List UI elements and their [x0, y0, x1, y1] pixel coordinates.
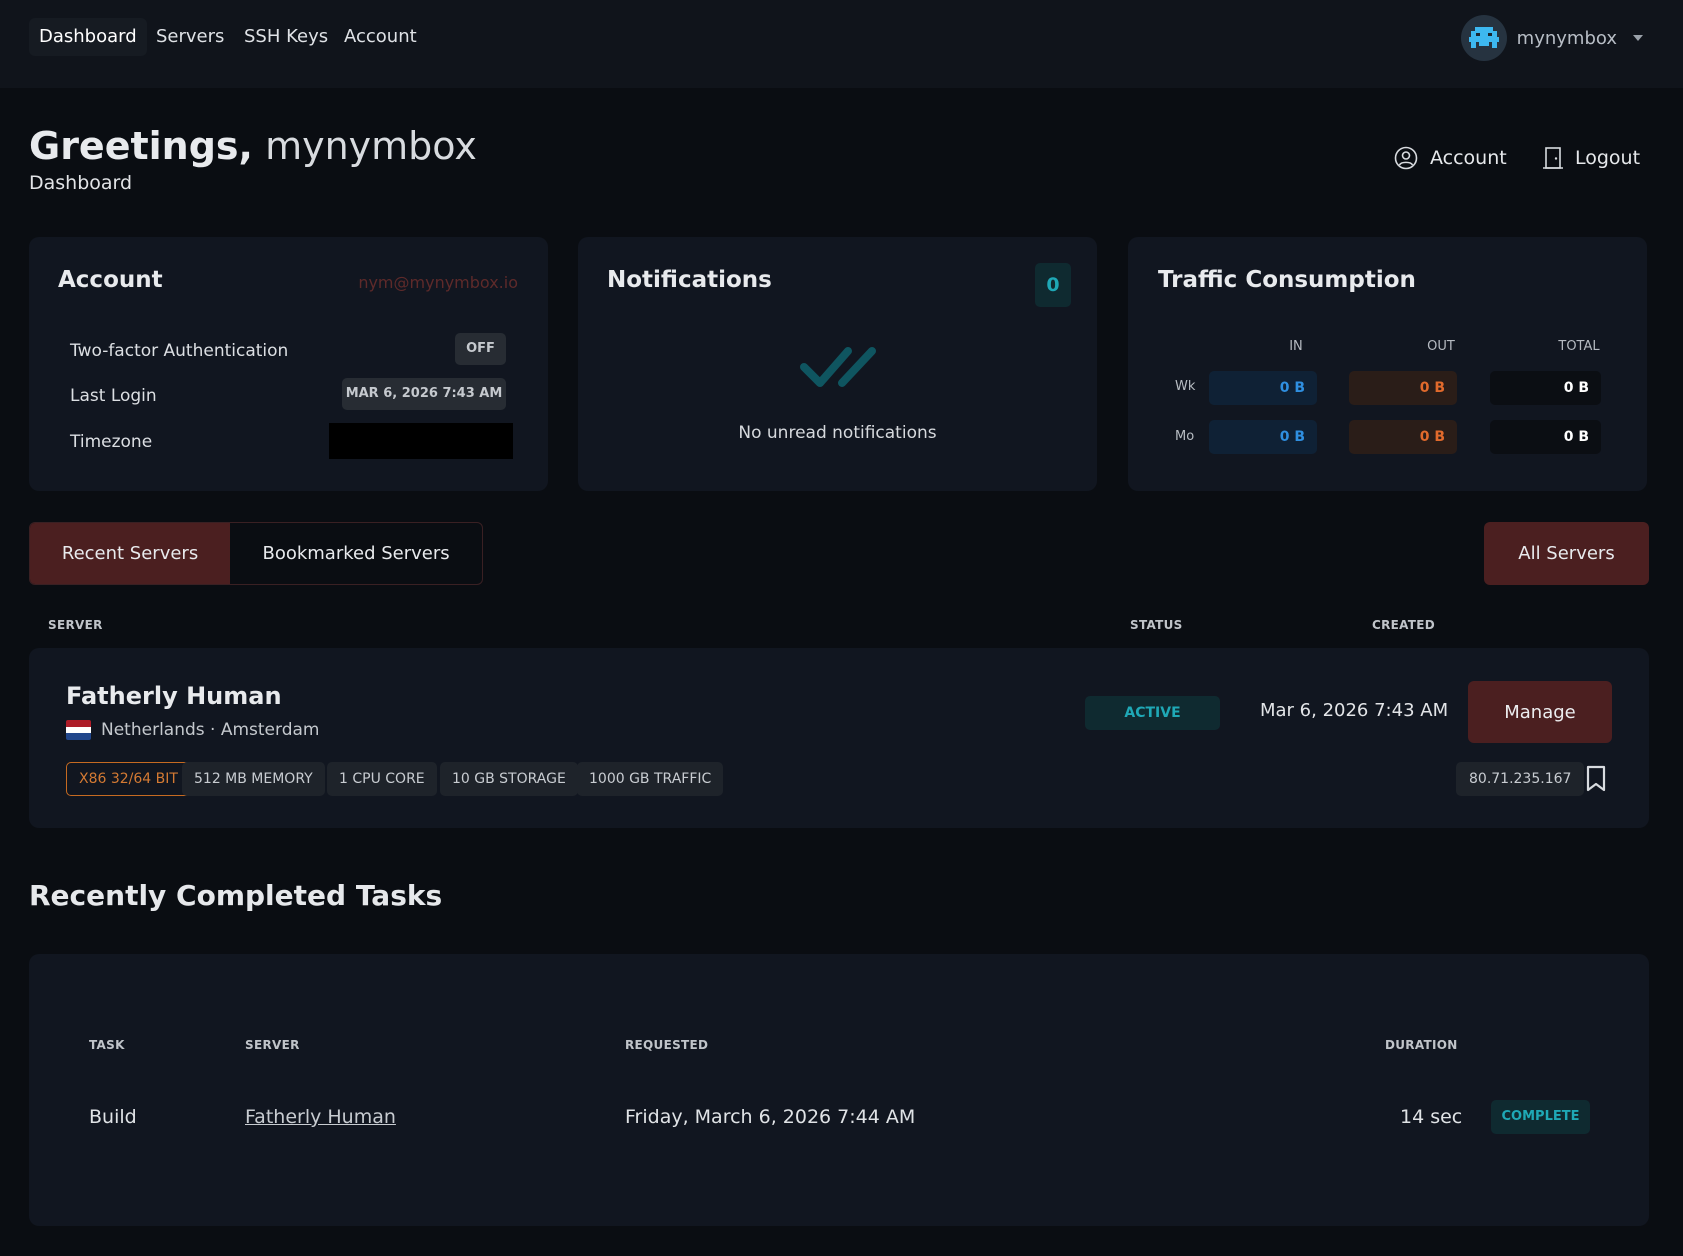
two-factor-status-badge: OFF: [455, 333, 506, 365]
avatar: [1460, 15, 1507, 61]
task-col-duration: DURATION: [1385, 1038, 1458, 1052]
tab-bookmarked-servers[interactable]: Bookmarked Servers: [230, 523, 482, 584]
task-status-badge: COMPLETE: [1491, 1100, 1590, 1134]
header-account-link[interactable]: Account: [1394, 146, 1507, 170]
notifications-card: Notifications 0 No unread notifications: [578, 237, 1097, 491]
spec-cpu-badge: 1 CPU CORE: [327, 762, 437, 796]
tasks-section-title: Recently Completed Tasks: [29, 879, 443, 912]
space-invader-icon: [1468, 27, 1499, 48]
traffic-col-in: IN: [1289, 339, 1303, 354]
account-card-title: Account: [58, 267, 163, 293]
spec-arch-badge: X86 32/64 BIT: [66, 762, 191, 796]
task-requested: Friday, March 6, 2026 7:44 AM: [625, 1106, 916, 1128]
traffic-month-total: 0 B: [1490, 420, 1601, 454]
door-icon: [1543, 147, 1563, 169]
spec-traffic-badge: 1000 GB TRAFFIC: [577, 762, 724, 796]
task-server-link[interactable]: Fatherly Human: [245, 1106, 396, 1128]
traffic-row-month-label: Mo: [1175, 429, 1195, 444]
greeting-name: mynymbox: [265, 124, 477, 168]
traffic-title: Traffic Consumption: [1158, 267, 1416, 293]
timezone-value-redacted: [329, 423, 513, 459]
task-col-requested: REQUESTED: [625, 1038, 709, 1052]
user-name: mynymbox: [1516, 27, 1617, 49]
server-tabs: Recent Servers Bookmarked Servers: [29, 522, 483, 585]
traffic-row-week-label: Wk: [1175, 379, 1196, 394]
greeting-text: Greetings,: [29, 124, 253, 168]
traffic-card: Traffic Consumption IN OUT TOTAL Wk 0 B …: [1128, 237, 1647, 491]
task-duration: 14 sec: [1400, 1106, 1463, 1128]
notifications-count-badge: 0: [1035, 263, 1071, 307]
account-email: nym@mynymbox.io: [358, 273, 518, 292]
task-name: Build: [89, 1106, 137, 1128]
page-title: Greetings, mynymbox: [29, 124, 477, 168]
server-location: Netherlands · Amsterdam: [66, 720, 319, 740]
server-status-badge: ACTIVE: [1085, 696, 1220, 730]
server-ip-badge[interactable]: 80.71.235.167: [1456, 762, 1585, 796]
page-subtitle: Dashboard: [29, 172, 133, 194]
traffic-col-out: OUT: [1427, 339, 1455, 354]
last-login-label: Last Login: [70, 386, 157, 406]
tab-recent-servers[interactable]: Recent Servers: [30, 523, 231, 584]
col-header-server: SERVER: [48, 618, 103, 632]
nav-account[interactable]: Account: [334, 18, 427, 56]
netherlands-flag-icon: [66, 720, 91, 740]
nav-ssh-keys[interactable]: SSH Keys: [234, 18, 338, 56]
task-col-server: SERVER: [245, 1038, 300, 1052]
traffic-week-in: 0 B: [1209, 371, 1317, 405]
double-check-icon: [800, 347, 876, 387]
timezone-label: Timezone: [70, 432, 153, 452]
nav-dashboard[interactable]: Dashboard: [29, 18, 147, 56]
traffic-month-out: 0 B: [1349, 420, 1457, 454]
chevron-down-icon: [1633, 35, 1643, 41]
bookmark-icon[interactable]: [1585, 765, 1607, 793]
last-login-value: MAR 6, 2026 7:43 AM: [342, 378, 506, 410]
spec-storage-badge: 10 GB STORAGE: [440, 762, 578, 796]
task-col-task: TASK: [89, 1038, 125, 1052]
server-location-text: Netherlands · Amsterdam: [101, 720, 320, 740]
server-created-date: Mar 6, 2026 7:43 AM: [1260, 700, 1449, 721]
logout-link[interactable]: Logout: [1543, 146, 1640, 170]
server-row: Fatherly Human Netherlands · Amsterdam X…: [29, 648, 1649, 828]
all-servers-button[interactable]: All Servers: [1484, 522, 1649, 585]
nav-servers[interactable]: Servers: [146, 18, 234, 56]
traffic-week-out: 0 B: [1349, 371, 1457, 405]
col-header-created: CREATED: [1372, 618, 1436, 632]
spec-memory-badge: 512 MB MEMORY: [182, 762, 325, 796]
notifications-title: Notifications: [607, 267, 772, 293]
user-menu[interactable]: mynymbox: [1460, 14, 1643, 62]
top-navbar: Dashboard Servers SSH Keys Account mynym…: [0, 0, 1683, 88]
traffic-week-total: 0 B: [1490, 371, 1601, 405]
user-circle-icon: [1394, 146, 1418, 170]
manage-button[interactable]: Manage: [1468, 681, 1612, 743]
header-account-label: Account: [1430, 147, 1507, 169]
no-notifications-text: No unread notifications: [738, 423, 937, 443]
traffic-month-in: 0 B: [1209, 420, 1317, 454]
server-name[interactable]: Fatherly Human: [66, 682, 282, 710]
logout-label: Logout: [1575, 147, 1641, 169]
tasks-table: TASK SERVER REQUESTED DURATION Build Fat…: [29, 954, 1649, 1226]
account-card: Account nym@mynymbox.io Two-factor Authe…: [29, 237, 548, 491]
traffic-col-total: TOTAL: [1558, 339, 1600, 354]
two-factor-label: Two-factor Authentication: [70, 341, 289, 361]
col-header-status: STATUS: [1130, 618, 1183, 632]
